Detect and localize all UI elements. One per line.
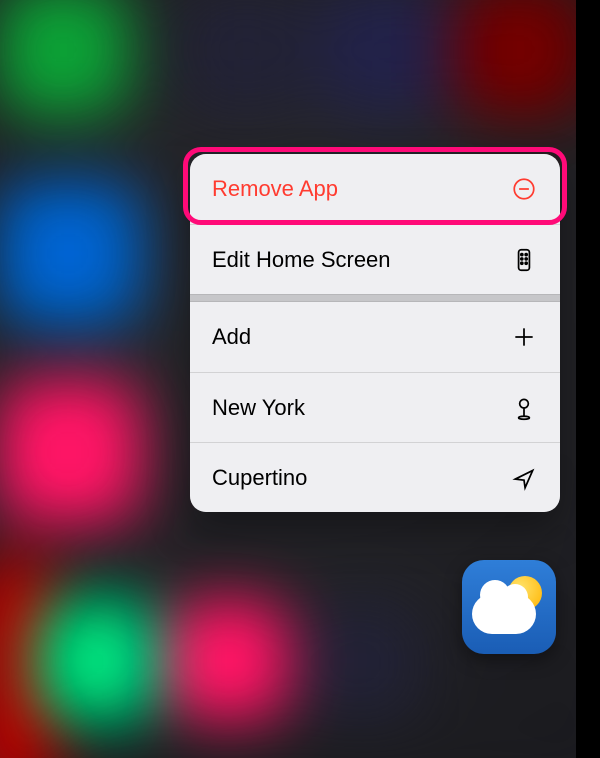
remove-icon [510,175,538,203]
menu-item-add[interactable]: Add [190,302,560,372]
menu-separator [190,294,560,302]
menu-item-label: Add [212,324,251,350]
menu-item-cupertino[interactable]: Cupertino [190,442,560,512]
weather-app-icon[interactable] [462,560,556,654]
menu-item-label: Edit Home Screen [212,247,391,273]
location-arrow-icon [510,464,538,492]
menu-item-remove-app[interactable]: Remove App [190,154,560,224]
pin-icon [510,394,538,422]
plus-icon [510,323,538,351]
menu-item-new-york[interactable]: New York [190,372,560,442]
menu-item-edit-home-screen[interactable]: Edit Home Screen [190,224,560,294]
phone-grid-icon [510,246,538,274]
frame-edge [576,0,600,758]
context-menu: Remove App Edit Home Screen Add New York [190,154,560,512]
cloud-icon [472,594,536,634]
menu-item-label: Remove App [212,176,338,202]
menu-item-label: New York [212,395,305,421]
menu-item-label: Cupertino [212,465,307,491]
